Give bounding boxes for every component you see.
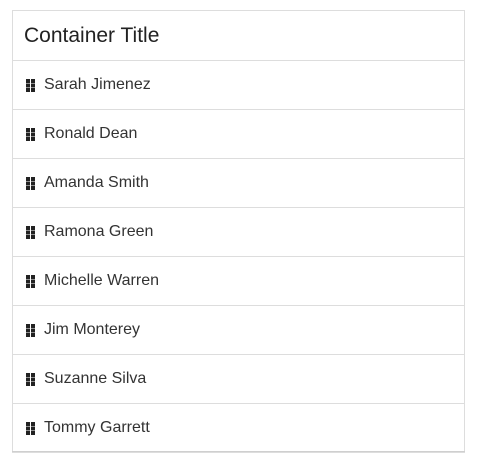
list-item[interactable]: Suzanne Silva: [13, 355, 464, 404]
list-item-label: Michelle Warren: [44, 272, 159, 289]
list-item-label: Sarah Jimenez: [44, 76, 151, 93]
drag-handle-icon[interactable]: [26, 421, 35, 435]
list-item-label: Ronald Dean: [44, 125, 138, 142]
container-header: Container Title: [13, 11, 464, 61]
list-item-label: Amanda Smith: [44, 174, 149, 191]
list-item[interactable]: Ramona Green: [13, 208, 464, 257]
list-item-label: Jim Monterey: [44, 321, 141, 338]
drag-handle-icon[interactable]: [26, 372, 35, 386]
drag-handle-icon[interactable]: [26, 323, 35, 337]
drag-handle-icon[interactable]: [26, 78, 35, 92]
list-item-label: Ramona Green: [44, 223, 154, 240]
drag-handle-icon[interactable]: [26, 225, 35, 239]
drag-handle-icon[interactable]: [26, 274, 35, 288]
divider: [12, 451, 465, 452]
sortable-list: Sarah Jimenez Ronald Dean Amanda Smith R…: [13, 61, 464, 452]
sortable-container: Container Title Sarah Jimenez Ronald Dea…: [12, 10, 465, 453]
drag-handle-icon[interactable]: [26, 176, 35, 190]
list-item[interactable]: Sarah Jimenez: [13, 61, 464, 110]
list-item[interactable]: Jim Monterey: [13, 306, 464, 355]
list-item[interactable]: Ronald Dean: [13, 110, 464, 159]
container-title: Container Title: [24, 23, 160, 47]
list-item-label: Tommy Garrett: [44, 419, 150, 436]
drag-handle-icon[interactable]: [26, 127, 35, 141]
list-item[interactable]: Michelle Warren: [13, 257, 464, 306]
list-item[interactable]: Tommy Garrett: [13, 404, 464, 452]
list-item-label: Suzanne Silva: [44, 370, 147, 387]
list-item[interactable]: Amanda Smith: [13, 159, 464, 208]
